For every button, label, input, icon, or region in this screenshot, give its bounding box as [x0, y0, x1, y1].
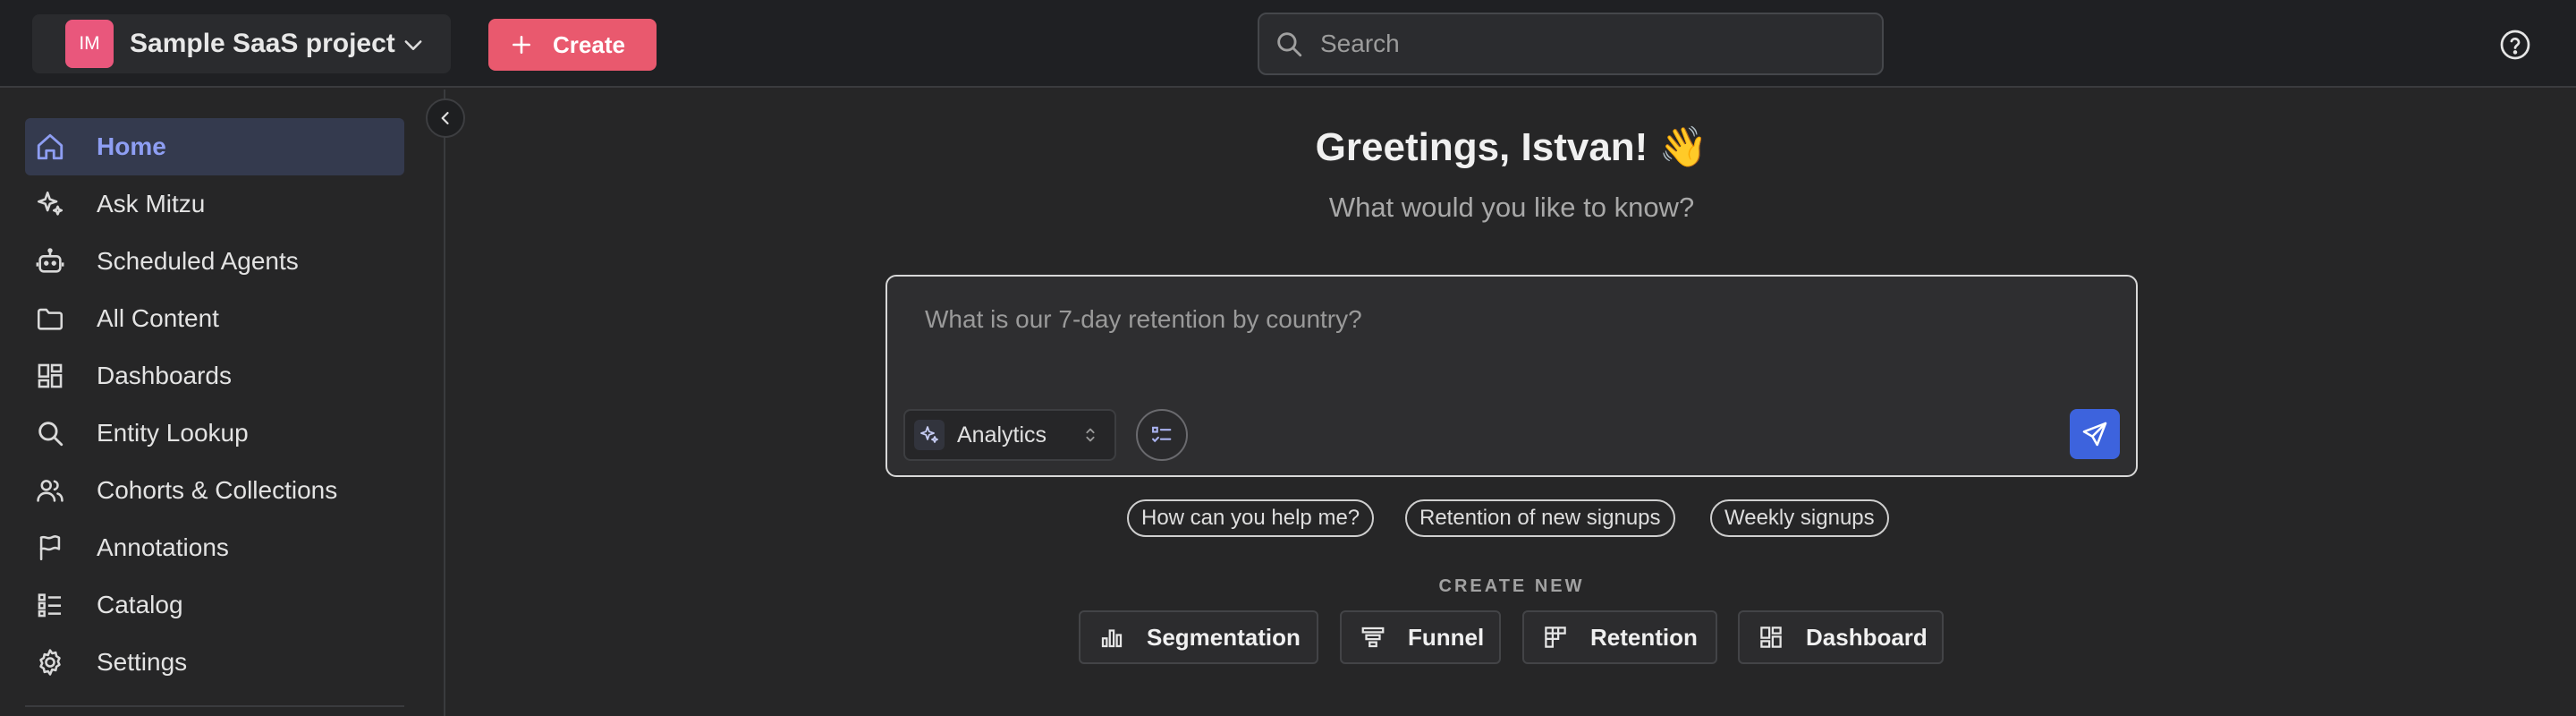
sidebar-item-cohorts-collections[interactable]: Cohorts & Collections — [25, 462, 404, 519]
chevron-down-icon — [401, 32, 426, 57]
project-switcher[interactable]: IM Sample SaaS project — [32, 14, 451, 73]
search-placeholder: Search — [1320, 30, 1400, 57]
home-icon — [34, 131, 66, 163]
bar-chart-icon — [1098, 624, 1125, 651]
sidebar-item-scheduled-agents[interactable]: Scheduled Agents — [25, 233, 404, 290]
greeting-subtitle: What would you like to know? — [1328, 192, 1695, 223]
top-bar: IM Sample SaaS project Create Search — [0, 0, 2576, 88]
chevron-left-icon — [436, 109, 454, 127]
sidebar-item-label: Entity Lookup — [97, 419, 249, 447]
create-button-label: Retention — [1590, 623, 1698, 651]
ask-input-box[interactable]: What is our 7-day retention by country? … — [886, 275, 2138, 477]
sidebar-item-label: Annotations — [97, 533, 229, 561]
list-icon — [34, 589, 66, 621]
sidebar-item-catalog[interactable]: Catalog — [25, 576, 404, 634]
sidebar-item-label: Catalog — [97, 591, 183, 618]
robot-icon — [34, 245, 66, 277]
sidebar-item-dashboards[interactable]: Dashboards — [25, 347, 404, 405]
ask-input-placeholder: What is our 7-day retention by country? — [925, 305, 1362, 333]
send-button[interactable] — [2070, 409, 2120, 459]
sidebar-item-ask-mitzu[interactable]: Ask Mitzu — [25, 175, 404, 233]
sidebar-divider — [25, 705, 404, 707]
plus-icon — [510, 33, 553, 56]
search-icon — [34, 417, 66, 449]
search-icon — [1274, 29, 1304, 59]
create-button-label: Dashboard — [1806, 623, 1928, 651]
sidebar: Home Ask Mitzu Scheduled Agents All Cont… — [0, 90, 445, 716]
sidebar-item-settings[interactable]: Settings — [25, 634, 404, 691]
mode-select[interactable]: Analytics — [903, 409, 1116, 461]
project-name: Sample SaaS project — [130, 29, 395, 58]
create-retention-button[interactable]: Retention — [1522, 610, 1717, 664]
gear-icon — [34, 646, 66, 678]
create-button[interactable]: Create — [488, 19, 657, 71]
dashboard-grid-icon — [34, 360, 66, 392]
create-button-label: Segmentation — [1147, 623, 1301, 651]
folder-icon — [34, 303, 66, 335]
task-list-button[interactable] — [1136, 409, 1188, 461]
chevron-up-down-icon — [1080, 425, 1100, 445]
flag-icon — [34, 532, 66, 564]
sidebar-item-label: Dashboards — [97, 362, 232, 389]
create-new-heading: CREATE NEW — [1438, 576, 1585, 596]
sidebar-item-label: All Content — [97, 304, 219, 332]
sidebar-item-annotations[interactable]: Annotations — [25, 519, 404, 576]
funnel-icon — [1360, 624, 1386, 651]
help-icon[interactable] — [2499, 29, 2531, 61]
send-icon — [2080, 420, 2109, 448]
checklist-icon — [1149, 422, 1174, 448]
retention-grid-icon — [1542, 624, 1569, 651]
suggestion-chip[interactable]: Retention of new signups — [1405, 499, 1675, 537]
sidebar-item-label: Cohorts & Collections — [97, 476, 338, 504]
sidebar-item-label: Home — [97, 132, 166, 160]
search-input[interactable]: Search — [1258, 13, 1884, 75]
suggestion-chip[interactable]: How can you help me? — [1127, 499, 1375, 537]
create-funnel-button[interactable]: Funnel — [1340, 610, 1501, 664]
users-icon — [34, 474, 66, 507]
create-button-label: Funnel — [1408, 623, 1485, 651]
project-avatar: IM — [65, 20, 114, 68]
greeting-title: Greetings, Istvan! 👋 — [1315, 125, 1708, 169]
sidebar-item-label: Ask Mitzu — [97, 190, 206, 217]
sidebar-item-label: Scheduled Agents — [97, 247, 299, 275]
sparkle-icon — [34, 188, 66, 220]
sidebar-item-all-content[interactable]: All Content — [25, 290, 404, 347]
suggestion-chip[interactable]: Weekly signups — [1710, 499, 1889, 537]
sidebar-item-label: Settings — [97, 648, 188, 676]
create-segmentation-button[interactable]: Segmentation — [1079, 610, 1318, 664]
create-dashboard-button[interactable]: Dashboard — [1738, 610, 1944, 664]
collapse-sidebar-button[interactable] — [426, 98, 465, 138]
sidebar-item-entity-lookup[interactable]: Entity Lookup — [25, 405, 404, 462]
sparkle-icon — [914, 420, 945, 450]
create-button-label: Create — [553, 30, 625, 58]
sidebar-item-home[interactable]: Home — [25, 118, 404, 175]
dashboard-grid-icon — [1758, 624, 1784, 651]
mode-select-value: Analytics — [957, 422, 1047, 448]
